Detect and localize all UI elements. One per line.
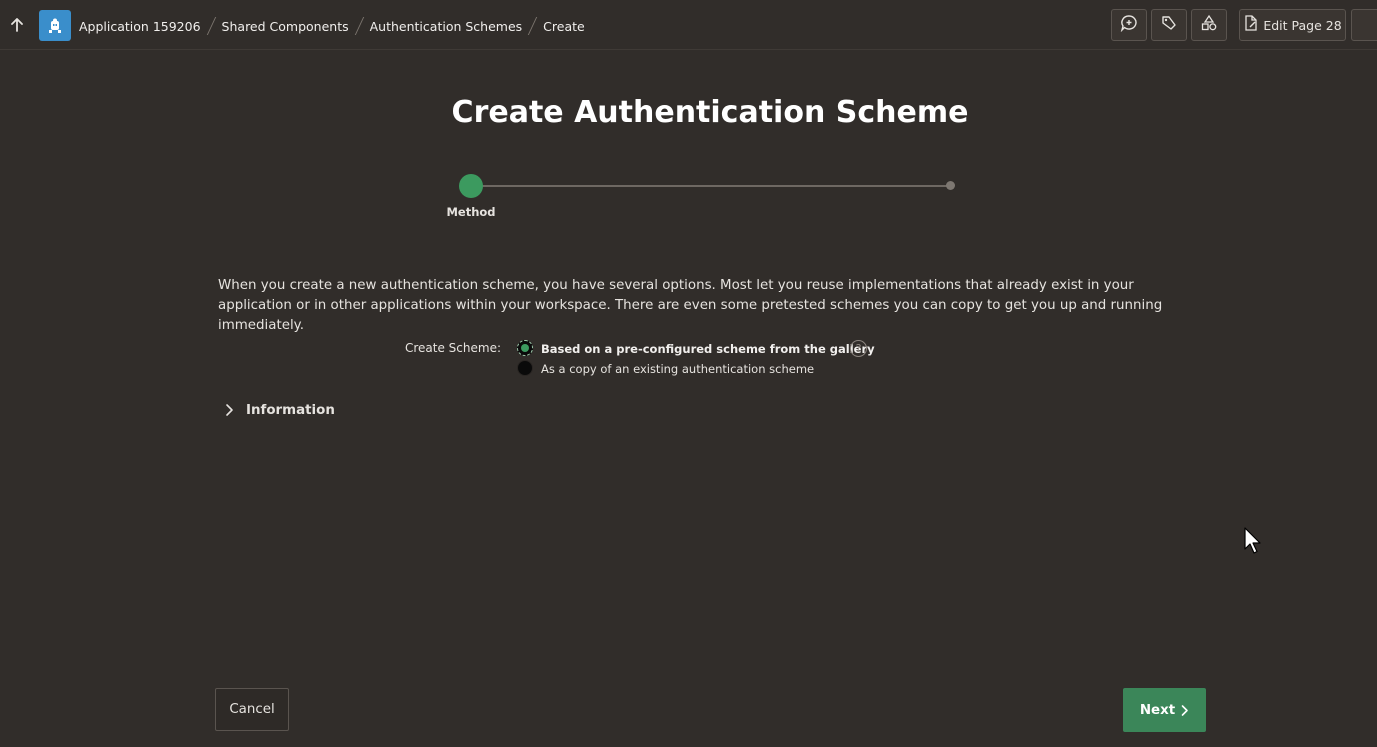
top-bar: Application 159206 Shared Components Aut… (0, 0, 1377, 50)
cancel-button[interactable]: Cancel (215, 688, 289, 731)
information-label: Information (246, 402, 335, 418)
edit-page-label: Edit Page 28 (1263, 17, 1342, 33)
next-button[interactable]: Next (1123, 688, 1206, 732)
information-toggle[interactable]: Information (220, 400, 335, 420)
next-button-label: Next (1139, 702, 1176, 718)
comment-button[interactable] (1111, 9, 1147, 41)
shared-components-button[interactable] (1191, 9, 1227, 41)
help-icon-glyph: ? (855, 342, 862, 355)
comment-icon (1120, 14, 1138, 36)
mouse-cursor-icon (1244, 527, 1264, 555)
chevron-right-icon (1180, 704, 1189, 717)
wizard-step-method-label: Method (446, 205, 496, 219)
help-icon[interactable]: ? (850, 340, 867, 357)
wizard-step-end-marker (946, 181, 955, 190)
app-icon[interactable] (39, 10, 71, 41)
breadcrumb-separator (354, 17, 364, 35)
breadcrumb-application[interactable]: Application 159206 (79, 19, 201, 34)
breadcrumb: Application 159206 Shared Components Aut… (79, 17, 585, 35)
wizard-step-method-marker (459, 174, 483, 198)
up-arrow-icon[interactable] (6, 14, 28, 36)
page-title: Create Authentication Scheme (451, 95, 969, 130)
breadcrumb-separator (206, 17, 216, 35)
breadcrumb-separator (527, 17, 538, 35)
breadcrumb-create: Create (543, 18, 585, 34)
shapes-icon (1200, 14, 1218, 36)
edit-page-icon (1243, 14, 1259, 36)
breadcrumb-shared-components[interactable]: Shared Components (222, 19, 349, 34)
overflow-button[interactable] (1351, 9, 1377, 41)
tag-button[interactable] (1151, 9, 1187, 41)
create-scheme-label: Create Scheme: (404, 341, 501, 355)
edit-page-button[interactable]: Edit Page 28 (1239, 9, 1346, 41)
radio-copy-scheme[interactable] (517, 360, 533, 376)
wizard-progress-track (471, 185, 951, 187)
radio-gallery-scheme-label[interactable]: Based on a pre-configured scheme from th… (541, 342, 875, 356)
radio-gallery-scheme[interactable] (517, 340, 533, 356)
radio-copy-scheme-label[interactable]: As a copy of an existing authentication … (541, 362, 814, 376)
chevron-right-icon (220, 400, 238, 420)
breadcrumb-authentication-schemes[interactable]: Authentication Schemes (370, 19, 523, 34)
intro-text: When you create a new authentication sch… (218, 278, 1163, 333)
tag-icon (1160, 14, 1178, 36)
